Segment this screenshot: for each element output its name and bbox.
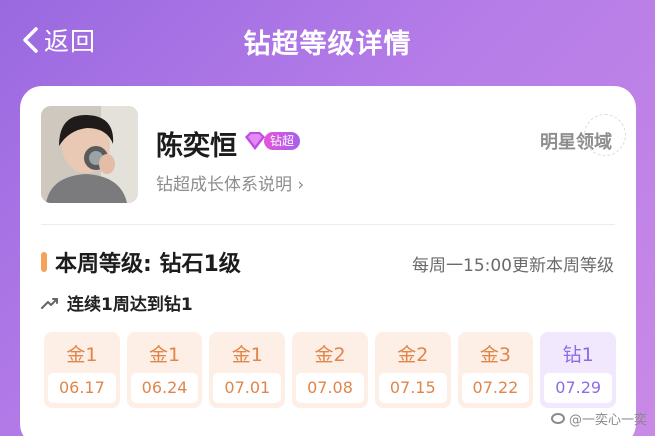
week-level: 金3 <box>479 344 511 366</box>
avatar-photo <box>41 106 138 203</box>
week-level: 金2 <box>314 344 346 366</box>
page-title: 钻超等级详情 <box>243 29 412 60</box>
week-level: 金1 <box>66 344 98 366</box>
star-domain-label[interactable]: 明星领域 <box>540 114 626 156</box>
week-level: 金1 <box>231 344 263 366</box>
week-item[interactable]: 金2 07.08 <box>292 332 368 408</box>
user-name: 陈奕恒 <box>156 131 237 162</box>
week-date: 07.08 <box>296 373 364 403</box>
week-item[interactable]: 金1 06.17 <box>44 332 120 408</box>
diamond-badge: 钻超 <box>242 130 301 152</box>
week-level: 金2 <box>397 344 429 366</box>
weekly-level-history: 金1 06.17 金1 06.24 金1 07.01 金2 07.08 金2 0… <box>44 332 617 408</box>
weekly-level-title: 本周等级: 钻石1级 <box>55 252 241 277</box>
week-date: 07.22 <box>461 373 530 403</box>
avatar[interactable] <box>41 106 138 203</box>
level-card: 陈奕恒 钻超 钻超成长体系说明 › 明星领域 本周等级: 钻石1级 每周一15:… <box>20 86 636 436</box>
watermark-text: @一奕心一奕 <box>568 413 647 428</box>
week-item[interactable]: 金1 06.24 <box>126 332 203 408</box>
streak-text: 连续1周达到钻1 <box>67 295 193 315</box>
week-date: 07.01 <box>213 373 282 403</box>
weibo-icon <box>550 413 565 424</box>
update-note: 每周一15:00更新本周等级 <box>412 256 614 276</box>
week-item-current[interactable]: 钻1 07.29 <box>540 332 617 408</box>
week-date: 06.24 <box>130 373 199 403</box>
trend-up-icon <box>41 297 58 309</box>
week-date: 07.15 <box>378 373 447 403</box>
week-date: 07.29 <box>544 373 613 403</box>
week-level: 钻1 <box>562 344 594 366</box>
week-date: 06.17 <box>48 373 116 403</box>
week-item[interactable]: 金1 07.01 <box>209 332 286 408</box>
week-item[interactable]: 金2 07.15 <box>374 332 451 408</box>
top-bar: 返回 钻超等级详情 <box>0 0 655 82</box>
level-accent-bar <box>41 252 47 272</box>
week-item[interactable]: 金3 07.22 <box>457 332 534 408</box>
week-level: 金1 <box>149 344 181 366</box>
watermark: @一奕心一奕 <box>550 409 647 428</box>
growth-system-link[interactable]: 钻超成长体系说明 › <box>156 170 304 195</box>
divider <box>41 224 615 225</box>
badge-label: 钻超 <box>264 132 301 150</box>
streak-row: 连续1周达到钻1 <box>41 290 193 315</box>
